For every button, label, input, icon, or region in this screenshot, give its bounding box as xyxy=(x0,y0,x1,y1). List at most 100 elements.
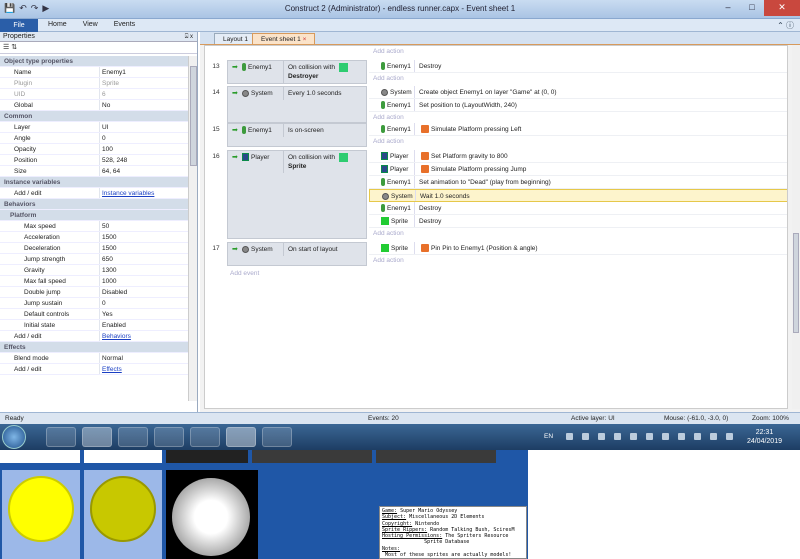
action-row[interactable]: Player Set Platform gravity to 800 xyxy=(369,150,787,163)
explorer-icon[interactable] xyxy=(82,427,112,447)
action-row[interactable]: System Wait 1.0 seconds xyxy=(369,189,787,202)
tray-icon[interactable] xyxy=(678,433,685,440)
property-row[interactable]: Deceleration 1500 xyxy=(0,243,188,254)
add-action-link[interactable]: Add action xyxy=(369,228,787,239)
property-row[interactable]: Layer UI xyxy=(0,122,188,133)
property-value[interactable]: 1000 xyxy=(100,276,188,286)
close-button[interactable]: ✕ xyxy=(764,0,800,16)
add-action-link[interactable]: Add action xyxy=(369,46,404,57)
add-action-link[interactable]: Add action xyxy=(369,112,787,123)
property-row[interactable]: Double jump Disabled xyxy=(0,287,188,298)
property-value[interactable]: Yes xyxy=(100,309,188,319)
property-row[interactable]: Global No xyxy=(0,100,188,111)
property-row[interactable]: Max speed 50 xyxy=(0,221,188,232)
action-row[interactable]: Enemy1 Destroy xyxy=(369,60,787,73)
property-row[interactable]: Name Enemy1 xyxy=(0,67,188,78)
action-row[interactable]: System Create object Enemy1 on layer "Gam… xyxy=(369,86,787,99)
tray-icon[interactable] xyxy=(614,433,621,440)
property-value[interactable]: Disabled xyxy=(100,287,188,297)
property-value[interactable]: No xyxy=(100,100,188,110)
event-condition[interactable]: ➡ System Every 1.0 seconds xyxy=(227,86,367,123)
property-value[interactable]: UI xyxy=(100,122,188,132)
property-row[interactable]: Jump sustain 0 xyxy=(0,298,188,309)
property-value[interactable]: 1300 xyxy=(100,265,188,275)
action-row[interactable]: Sprite Destroy xyxy=(369,215,787,228)
property-row[interactable]: Jump strength 650 xyxy=(0,254,188,265)
tab-events[interactable]: Events xyxy=(114,21,135,28)
event-condition[interactable]: ➡ Enemy1 Is on-screen xyxy=(227,123,367,147)
maximize-button[interactable]: □ xyxy=(740,0,764,16)
pin-close-icon[interactable]: ⍓ x xyxy=(185,32,193,42)
property-row[interactable]: Default controls Yes xyxy=(0,309,188,320)
property-category[interactable]: Effects xyxy=(0,342,188,353)
property-category[interactable]: Instance variables xyxy=(0,177,188,188)
help-icon[interactable]: ⓘ xyxy=(786,21,794,30)
tab-home[interactable]: Home xyxy=(48,21,67,28)
action-row[interactable]: Enemy1 Set animation to "Dead" (play from… xyxy=(369,176,787,189)
action-row[interactable]: Enemy1 Set position to (LayoutWidth, 240) xyxy=(369,99,787,112)
property-link[interactable]: Effects xyxy=(100,364,188,374)
property-value[interactable]: 650 xyxy=(100,254,188,264)
property-category[interactable]: Common xyxy=(0,111,188,122)
sort-az-icon[interactable]: ⇅ xyxy=(11,44,17,51)
property-category[interactable]: Behaviors xyxy=(0,199,188,210)
property-category[interactable]: Object type properties xyxy=(0,56,188,67)
property-row[interactable]: Acceleration 1500 xyxy=(0,232,188,243)
minimize-button[interactable]: – xyxy=(716,0,740,16)
clock[interactable]: 22:31 24/04/2019 xyxy=(747,428,782,446)
collapse-ribbon-icon[interactable]: ⌃ xyxy=(777,21,784,30)
tray-icon[interactable] xyxy=(646,433,653,440)
add-action-link[interactable]: Add action xyxy=(369,136,787,147)
property-value[interactable]: 100 xyxy=(100,144,188,154)
chrome-icon[interactable] xyxy=(154,427,184,447)
add-action-link[interactable]: Add action xyxy=(369,255,787,266)
add-event-link[interactable]: Add event xyxy=(230,270,259,277)
property-value[interactable]: 0 xyxy=(100,298,188,308)
add-action-link[interactable]: Add action xyxy=(369,73,787,84)
close-tab-icon[interactable]: × xyxy=(303,36,307,43)
property-value[interactable]: Sprite xyxy=(100,78,188,88)
property-row[interactable]: Opacity 100 xyxy=(0,144,188,155)
file-menu-button[interactable]: File xyxy=(0,19,38,32)
property-row[interactable]: Add / edit Effects xyxy=(0,364,188,375)
property-row[interactable]: Gravity 1300 xyxy=(0,265,188,276)
tray-icon[interactable] xyxy=(582,433,589,440)
event-sheet-scrollbar[interactable] xyxy=(792,45,800,409)
action-row[interactable]: Player Simulate Platform pressing Jump xyxy=(369,163,787,176)
property-row[interactable]: Position 528, 248 xyxy=(0,155,188,166)
action-row[interactable]: Sprite Pin Pin to Enemy1 (Position & angl… xyxy=(369,242,787,255)
properties-scrollbar[interactable] xyxy=(188,56,197,401)
property-value[interactable]: Enabled xyxy=(100,320,188,330)
property-row[interactable]: Plugin Sprite xyxy=(0,78,188,89)
tray-icon[interactable] xyxy=(598,433,605,440)
paint-icon[interactable] xyxy=(262,427,292,447)
tab-layout-1[interactable]: Layout 1 xyxy=(214,33,257,44)
app-icon[interactable] xyxy=(190,427,220,447)
start-button[interactable] xyxy=(2,425,26,449)
property-link[interactable]: Instance variables xyxy=(100,188,188,198)
property-row[interactable]: Add / edit Behaviors xyxy=(0,331,188,342)
event-condition[interactable]: ➡ System On start of layout xyxy=(227,242,367,266)
tray-icon[interactable] xyxy=(630,433,637,440)
action-row[interactable]: Enemy1 Simulate Platform pressing Left xyxy=(369,123,787,136)
property-value[interactable]: 64, 64 xyxy=(100,166,188,176)
ie-icon[interactable] xyxy=(46,427,76,447)
event-condition[interactable]: ➡ Enemy1 On collision with Destroyer xyxy=(227,60,367,84)
property-row[interactable]: Blend mode Normal xyxy=(0,353,188,364)
tray-icon[interactable] xyxy=(710,433,717,440)
construct2-icon[interactable] xyxy=(226,427,256,447)
property-row[interactable]: UID 6 xyxy=(0,89,188,100)
categorize-icon[interactable]: ☰ xyxy=(3,44,9,51)
property-value[interactable]: 528, 248 xyxy=(100,155,188,165)
property-category[interactable]: Platform xyxy=(0,210,188,221)
language-indicator[interactable]: EN xyxy=(544,433,553,440)
property-value[interactable]: 0 xyxy=(100,133,188,143)
tab-view[interactable]: View xyxy=(83,21,98,28)
property-value[interactable]: 50 xyxy=(100,221,188,231)
tab-event-sheet-1[interactable]: Event sheet 1 × xyxy=(252,33,316,44)
property-value[interactable]: 1500 xyxy=(100,243,188,253)
property-link[interactable]: Behaviors xyxy=(100,331,188,341)
property-value[interactable]: Enemy1 xyxy=(100,67,188,77)
property-value[interactable]: Normal xyxy=(100,353,188,363)
event-condition[interactable]: ➡ Player On collision with Sprite xyxy=(227,150,367,239)
